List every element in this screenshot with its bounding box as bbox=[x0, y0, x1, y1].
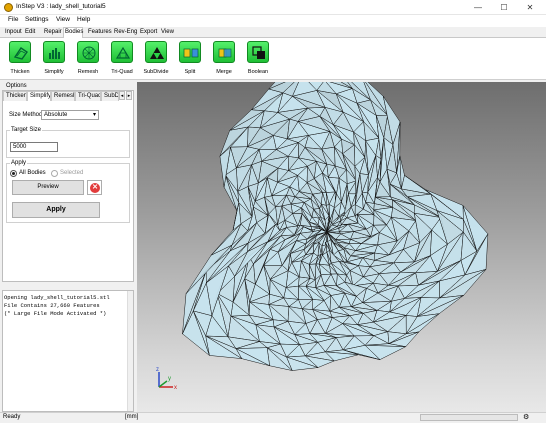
window-title: InStep V3 : lady_shell_tutorial5 bbox=[16, 3, 106, 10]
axis-x-label: x bbox=[174, 385, 177, 391]
subdivide-icon bbox=[145, 41, 167, 63]
merge-icon bbox=[213, 41, 235, 63]
axis-y-label: y bbox=[168, 376, 171, 382]
boolean-label: Boolean bbox=[247, 69, 269, 75]
console-line: (* Large File Mode Activated *) bbox=[4, 310, 107, 317]
console-line: File Contains 27,660 Features bbox=[4, 302, 100, 309]
target-size-label: Target Size bbox=[10, 127, 43, 133]
tab-scroll-right-icon[interactable]: ▸ bbox=[126, 91, 132, 100]
option-tab-subd[interactable]: SubD bbox=[101, 91, 119, 101]
split-icon bbox=[179, 41, 201, 63]
tab-scroll-left-icon[interactable]: ◂ bbox=[119, 91, 125, 100]
option-tab-remesh[interactable]: Remesh bbox=[51, 91, 75, 101]
minimize-button[interactable]: — bbox=[465, 0, 491, 15]
option-tab-tri-quad[interactable]: Tri-Quad bbox=[75, 91, 101, 101]
tab-export[interactable]: Export bbox=[140, 29, 157, 35]
status-text: Ready bbox=[3, 414, 21, 420]
radio-selected-label: Selected bbox=[60, 170, 84, 176]
boolean-icon bbox=[247, 41, 269, 63]
tab-bodies[interactable]: Bodies bbox=[65, 29, 83, 35]
app-logo-icon bbox=[4, 3, 13, 12]
tab-rev-eng[interactable]: Rev-Eng bbox=[114, 29, 137, 35]
radio-selected[interactable] bbox=[51, 170, 58, 177]
axis-z-label: z bbox=[156, 367, 159, 373]
apply-group-label: Apply bbox=[10, 160, 28, 166]
tab-features[interactable]: Features bbox=[88, 29, 112, 35]
size-method-label: Size Method bbox=[9, 112, 43, 118]
radio-all-bodies-label: All Bodies bbox=[19, 170, 46, 176]
tri-quad-icon bbox=[111, 41, 133, 63]
cancel-preview-button[interactable]: ✕ bbox=[87, 180, 102, 195]
tab-edit[interactable]: Edit bbox=[25, 29, 35, 35]
console-scrollbar[interactable] bbox=[127, 291, 133, 411]
thicken-icon bbox=[9, 41, 31, 63]
chevron-down-icon: ▾ bbox=[92, 112, 96, 118]
menu-settings[interactable]: Settings bbox=[25, 16, 49, 23]
remesh-icon bbox=[77, 41, 99, 63]
option-tab-simplify[interactable]: Simplify bbox=[27, 91, 51, 101]
menu-view[interactable]: View bbox=[56, 16, 70, 23]
size-method-select[interactable]: Absolute ▾ bbox=[41, 110, 99, 120]
mesh-model: z x y bbox=[156, 82, 489, 391]
progress-bar bbox=[420, 414, 518, 421]
console-line: Opening lady_shell_tutorial5.stl bbox=[4, 294, 110, 301]
menu-help[interactable]: Help bbox=[77, 16, 90, 23]
simplify-icon bbox=[43, 41, 65, 63]
menu-file[interactable]: File bbox=[8, 16, 18, 23]
maximize-button[interactable]: ☐ bbox=[491, 0, 517, 15]
options-heading: Options bbox=[6, 83, 27, 89]
close-button[interactable]: ✕ bbox=[517, 0, 543, 15]
tab-inpout[interactable]: Inpout bbox=[5, 29, 22, 35]
units-indicator: [mm] bbox=[125, 414, 139, 420]
tab-repair[interactable]: Repair bbox=[44, 29, 62, 35]
axis-triad: z x y bbox=[156, 367, 177, 391]
tab-view[interactable]: View bbox=[161, 29, 174, 35]
size-method-value: Absolute bbox=[44, 112, 68, 118]
close-circle-icon: ✕ bbox=[90, 183, 100, 193]
target-size-input[interactable]: 5000 bbox=[10, 142, 58, 152]
option-tab-thicken[interactable]: Thicken bbox=[3, 91, 27, 101]
settings-gear-icon[interactable]: ⚙ bbox=[523, 413, 529, 421]
radio-all-bodies[interactable] bbox=[10, 170, 17, 177]
apply-button[interactable]: Apply bbox=[12, 202, 100, 218]
3d-viewport[interactable]: z x y bbox=[137, 82, 546, 412]
preview-button[interactable]: Preview bbox=[12, 180, 84, 195]
boolean-button[interactable]: Boolean bbox=[238, 40, 278, 78]
